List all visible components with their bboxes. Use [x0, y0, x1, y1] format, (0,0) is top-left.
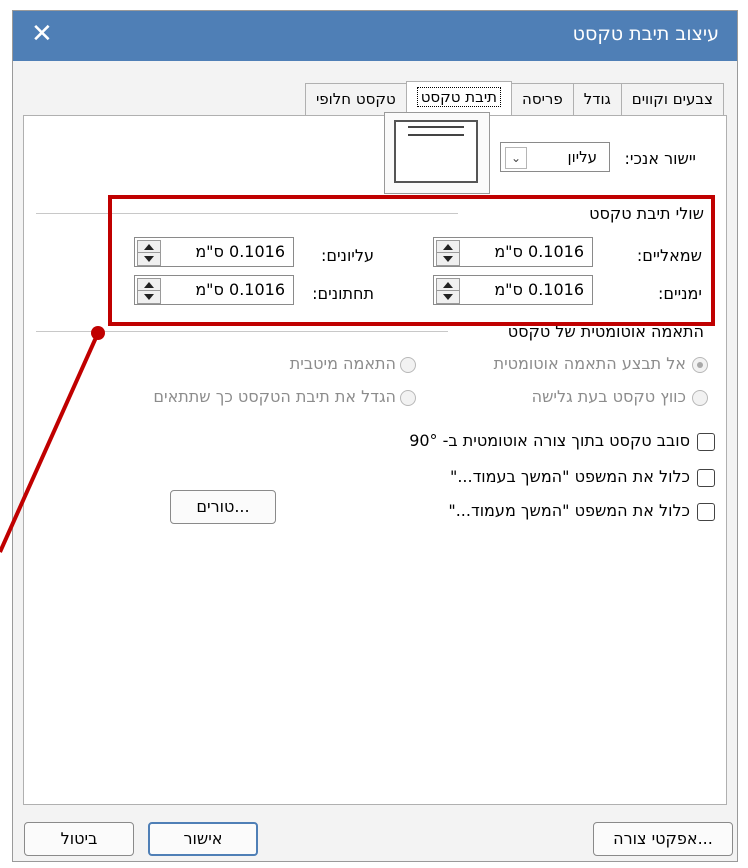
- tab-label: פריסה: [522, 90, 563, 108]
- spinner-arrows-icon[interactable]: [436, 240, 460, 266]
- left-margin-label: שמאליים:: [636, 246, 702, 265]
- tab-colors-lines[interactable]: צבעים וקווים: [620, 83, 724, 116]
- tab-strip: צבעים וקווים גודל פריסה תיבת טקסט טקסט ח…: [304, 81, 724, 117]
- spinner-arrows-icon[interactable]: [137, 240, 161, 266]
- cancel-button[interactable]: ביטול: [24, 822, 134, 856]
- tab-layout[interactable]: פריסה: [511, 83, 574, 116]
- tab-label: טקסט חלופי: [315, 90, 396, 108]
- margins-group-title: שולי תיבת טקסט: [589, 204, 704, 223]
- right-margin-label: ימניים:: [657, 284, 702, 303]
- spinner-arrows-icon[interactable]: [137, 278, 161, 304]
- title-bar: ✕ עיצוב תיבת טקסט: [13, 11, 737, 61]
- no-autofit-radio[interactable]: [692, 357, 708, 373]
- left-margin-input[interactable]: 0.1016 ס"מ: [433, 237, 593, 267]
- alignment-preview: [384, 112, 490, 194]
- no-autofit-label: אל תבצע התאמה אוטומטית: [493, 354, 686, 373]
- autofit-separator: [36, 331, 448, 332]
- best-fit-label: התאמה מיטבית: [289, 354, 396, 373]
- right-margin-input[interactable]: 0.1016 ס"מ: [433, 275, 593, 305]
- shrink-on-overflow-label: כווץ טקסט בעת גלישה: [531, 387, 686, 406]
- ok-button[interactable]: אישור: [148, 822, 258, 856]
- bottom-margin-input[interactable]: 0.1016 ס"מ: [134, 275, 294, 305]
- vertical-alignment-value: עליון: [567, 148, 597, 166]
- shape-effects-button[interactable]: אפקטי צורה...: [593, 822, 733, 856]
- margins-separator: [36, 213, 458, 214]
- autofit-group-title: התאמה אוטומטית של טקסט: [507, 322, 704, 341]
- top-margin-value: 0.1016 ס"מ: [195, 242, 285, 261]
- vertical-alignment-select[interactable]: עליון ⌄: [500, 142, 610, 172]
- continued-on-label: כלול את המשפט "המשך בעמוד...": [449, 467, 690, 486]
- preview-text-lines: [408, 126, 464, 136]
- dialog-title: עיצוב תיבת טקסט: [572, 23, 719, 45]
- close-icon[interactable]: ✕: [31, 19, 53, 49]
- continued-from-label: כלול את המשפט "המשך מעמוד...": [448, 501, 690, 520]
- chevron-down-icon[interactable]: ⌄: [505, 147, 527, 169]
- shrink-on-overflow-radio[interactable]: [692, 390, 708, 406]
- top-margin-input[interactable]: 0.1016 ס"מ: [134, 237, 294, 267]
- rotate-text-label: סובב טקסט בתוך צורה אוטומטית ב- 90°: [409, 431, 690, 450]
- columns-button[interactable]: טורים...: [170, 490, 276, 524]
- grow-box-radio[interactable]: [400, 390, 416, 406]
- grow-box-label: הגדל את תיבת הטקסט כך שתתאים: [153, 387, 396, 406]
- continued-from-checkbox[interactable]: [697, 503, 715, 521]
- tab-size[interactable]: גודל: [572, 83, 622, 116]
- best-fit-radio[interactable]: [400, 357, 416, 373]
- vertical-alignment-label: יישור אנכי:: [624, 149, 697, 168]
- left-margin-value: 0.1016 ס"מ: [494, 242, 584, 261]
- top-margin-label: עליונים:: [320, 246, 374, 265]
- spinner-arrows-icon[interactable]: [436, 278, 460, 304]
- continued-on-checkbox[interactable]: [697, 469, 715, 487]
- rotate-text-checkbox[interactable]: [697, 433, 715, 451]
- bottom-margin-value: 0.1016 ס"מ: [195, 280, 285, 299]
- tab-label: תיבת טקסט: [416, 87, 502, 107]
- tab-label: גודל: [583, 90, 611, 108]
- tab-label: צבעים וקווים: [631, 90, 713, 108]
- right-margin-value: 0.1016 ס"מ: [494, 280, 584, 299]
- preview-textbox-shape: [394, 120, 478, 183]
- bottom-margin-label: תחתונים:: [312, 284, 374, 303]
